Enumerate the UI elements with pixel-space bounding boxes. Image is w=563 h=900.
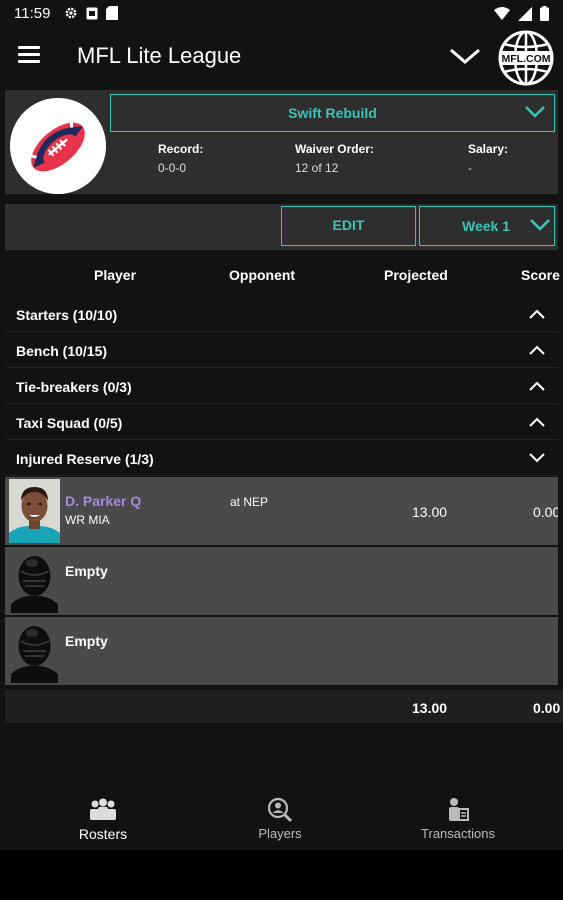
notification-icon [86,7,98,19]
column-player: Player [94,267,137,283]
column-projected: Projected [384,267,448,283]
section-taxi-squad[interactable]: Taxi Squad (0/5) [5,405,558,440]
empty-slot-label: Empty [65,633,108,649]
system-navigation-bar [0,850,563,900]
nav-players[interactable]: Players [205,797,355,841]
battery-icon [540,6,549,21]
mfl-logo[interactable]: MFL.COM [498,30,554,86]
column-opponent: Opponent [229,267,296,283]
week-select-dropdown[interactable]: Week 1 [419,206,555,246]
people-icon [90,798,116,820]
transactions-icon [449,798,469,821]
column-headers: Player Opponent Projected Score [5,256,563,294]
roster-controls: EDIT Week 1 [5,204,558,250]
app-bar: MFL Lite League MFL.COM [0,28,563,86]
salary-value: - [468,161,472,175]
injury-status-badge: Q [130,493,142,509]
bottom-navigation: Rosters Players Transactions [0,785,563,850]
waiver-order-value: 12 of 12 [295,161,339,175]
section-label: Taxi Squad (0/5) [16,415,123,431]
chevron-down-icon [525,106,545,118]
salary-stat: Salary: - [468,142,508,175]
nav-transactions-label: Transactions [421,826,495,841]
player-name[interactable]: D. Parker Q [65,493,141,509]
salary-label: Salary: [468,142,509,156]
player-opponent: at NEP [230,495,269,509]
player-row[interactable]: D. Parker Q WR MIA at NEP 13.00 0.00 [5,477,558,545]
total-score: 0.00 [533,700,561,716]
team-name: Swift Rebuild [288,105,377,121]
chevron-down-icon [530,219,550,231]
waiver-order-stat: Waiver Order: 12 of 12 [295,142,374,175]
section-label: Injured Reserve (1/3) [16,451,154,467]
waiver-order-label: Waiver Order: [295,142,374,156]
chevron-up-icon [529,345,545,355]
nav-rosters[interactable]: Rosters [28,797,178,842]
section-bench[interactable]: Bench (10/15) [5,333,558,368]
empty-slot-label: Empty [65,563,108,579]
team-select-dropdown[interactable]: Swift Rebuild [110,94,555,132]
section-label: Starters (10/10) [16,307,118,323]
league-switch-chevron-icon[interactable] [448,42,482,70]
player-headshot [9,479,60,543]
player-row-empty[interactable]: Empty [5,547,558,615]
record-stat: Record: 0-0-0 [158,142,203,175]
team-football-logo [10,98,106,194]
nav-transactions[interactable]: Transactions [383,797,533,841]
column-score: Score [521,267,560,283]
total-projected: 13.00 [412,700,448,716]
empty-slot-silhouette-icon [9,619,60,683]
wifi-icon [494,6,510,20]
settings-icon [65,7,77,19]
nav-players-label: Players [258,826,302,841]
section-label: Tie-breakers (0/3) [16,379,132,395]
chevron-down-icon [529,453,545,463]
player-row-empty[interactable]: Empty [5,617,558,685]
status-bar: 11:59 [0,0,563,28]
section-starters[interactable]: Starters (10/10) [5,297,558,332]
status-time: 11:59 [14,5,51,22]
record-value: 0-0-0 [158,161,187,175]
player-search-icon [267,797,293,823]
record-label: Record: [158,142,204,156]
signal-icon [518,6,532,21]
totals-row: 13.00 0.00 [5,690,563,723]
edit-button[interactable]: EDIT [281,206,416,246]
chevron-up-icon [529,381,545,391]
nav-rosters-label: Rosters [78,826,128,842]
empty-slot-silhouette-icon [9,549,60,613]
roster-screen: Swift Rebuild Record: 0-0-0 Waiver Order… [0,86,563,785]
menu-icon[interactable] [18,46,40,64]
team-card: Swift Rebuild Record: 0-0-0 Waiver Order… [5,90,558,194]
section-label: Bench (10/15) [16,343,108,359]
chevron-up-icon [529,309,545,319]
player-position-team: WR MIA [65,513,110,527]
week-label: Week 1 [462,218,510,234]
player-score: 0.00 [533,504,558,520]
league-title: MFL Lite League [77,43,242,68]
mfl-logo-text: MFL.COM [502,53,551,65]
sd-card-icon [106,6,118,20]
section-injured-reserve[interactable]: Injured Reserve (1/3) [5,441,558,476]
player-projected: 13.00 [412,504,448,520]
section-tie-breakers[interactable]: Tie-breakers (0/3) [5,369,558,404]
chevron-up-icon [529,417,545,427]
